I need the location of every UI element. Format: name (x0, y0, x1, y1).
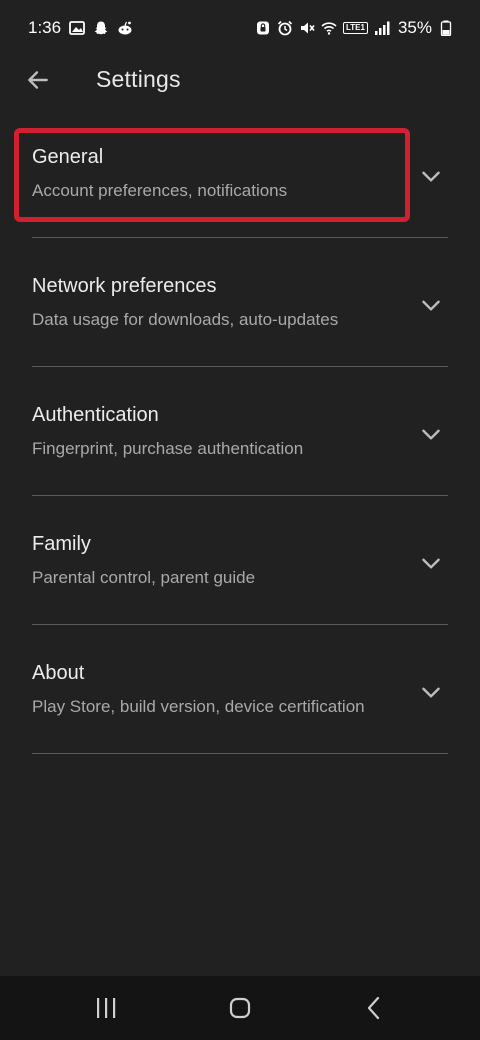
item-subtitle: Play Store, build version, device certif… (32, 697, 365, 716)
chevron-down-icon[interactable] (418, 679, 444, 705)
snapchat-icon (93, 20, 109, 36)
settings-item-general[interactable]: General Account preferences, notificatio… (0, 109, 480, 238)
highlight-box (14, 128, 410, 222)
status-left: 1:36 (28, 18, 133, 38)
network-type-badge: LTE1 (343, 22, 368, 34)
item-subtitle: Parental control, parent guide (32, 568, 256, 587)
recents-icon (94, 997, 118, 1019)
settings-item-network-preferences[interactable]: Network preferences Data usage for downl… (0, 238, 480, 367)
signal-icon (374, 20, 390, 36)
item-title: General (32, 146, 104, 168)
item-subtitle: Fingerprint, purchase authentication (32, 439, 304, 458)
status-time: 1:36 (28, 18, 62, 37)
arrow-left-icon (25, 67, 51, 93)
chevron-down-icon[interactable] (418, 292, 444, 318)
system-back-button[interactable] (358, 992, 390, 1024)
settings-item-authentication[interactable]: Authentication Fingerprint, purchase aut… (0, 367, 480, 496)
home-icon (228, 996, 252, 1020)
item-title: Authentication (32, 404, 159, 426)
recents-button[interactable] (90, 992, 122, 1024)
status-right: LTE1 35% (255, 18, 454, 38)
item-title: About (32, 662, 85, 684)
alarm-icon (277, 20, 293, 36)
item-title: Family (32, 533, 91, 555)
divider (32, 753, 448, 754)
lock-icon (255, 20, 271, 36)
battery-icon (438, 20, 454, 36)
settings-item-about[interactable]: About Play Store, build version, device … (0, 625, 480, 754)
battery-percent: 35% (397, 18, 432, 37)
chevron-down-icon[interactable] (418, 163, 444, 189)
app-bar: Settings (0, 56, 480, 108)
home-button[interactable] (224, 992, 256, 1024)
settings-item-family[interactable]: Family Parental control, parent guide (0, 496, 480, 625)
wifi-icon (321, 20, 337, 36)
item-subtitle: Data usage for downloads, auto-updates (32, 310, 339, 329)
navigation-bar (0, 976, 480, 1040)
mute-icon (299, 20, 315, 36)
item-title: Network preferences (32, 275, 217, 297)
reddit-icon (117, 20, 133, 36)
item-subtitle: Account preferences, notifications (32, 181, 288, 200)
back-icon (364, 996, 384, 1020)
gallery-icon (69, 20, 85, 36)
chevron-down-icon[interactable] (418, 421, 444, 447)
back-button[interactable] (22, 64, 54, 96)
settings-list: General Account preferences, notificatio… (0, 109, 480, 754)
status-bar: 1:36 LTE1 35% (0, 0, 480, 56)
chevron-down-icon[interactable] (418, 550, 444, 576)
page-title: Settings (96, 66, 181, 92)
